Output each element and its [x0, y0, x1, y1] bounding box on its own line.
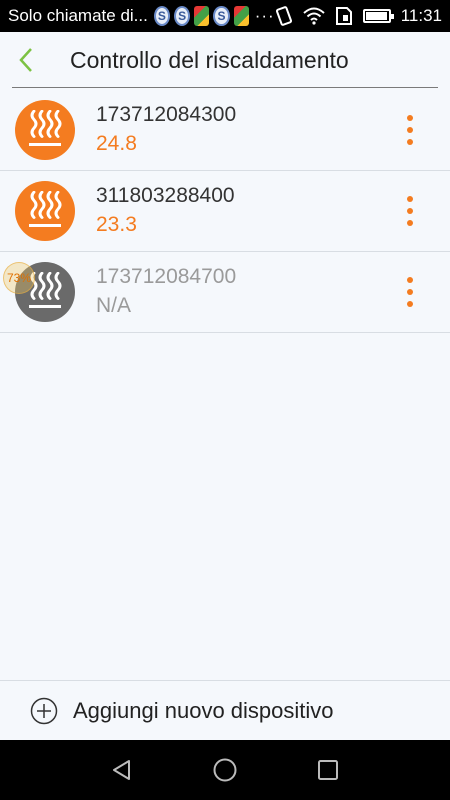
- status-bar: Solo chiamate di... S S S ··· 11:31: [0, 0, 450, 32]
- vibrate-icon: [275, 6, 292, 26]
- gallery-icon: [194, 6, 210, 26]
- s-icon: S: [174, 6, 191, 26]
- device-row[interactable]: 73% 173712084700 N/A: [0, 252, 450, 333]
- gallery-icon: [233, 6, 249, 26]
- sim-icon: [335, 7, 352, 25]
- nav-back-button[interactable]: [97, 745, 147, 795]
- device-id: 311803288400: [96, 184, 235, 207]
- status-left: Solo chiamate di... S S S ···: [8, 6, 275, 26]
- battery-fill: [365, 12, 387, 20]
- app-header: Controllo del riscaldamento: [0, 32, 450, 88]
- device-text: 173712084700 N/A: [96, 263, 390, 321]
- device-row[interactable]: 311803288400 23.3: [0, 171, 450, 252]
- recents-square-icon: [318, 760, 339, 780]
- device-id: 173712084300: [96, 103, 237, 126]
- clock: 11:31: [400, 6, 442, 25]
- device-id: 173712084700: [96, 265, 237, 288]
- page-title: Controllo del riscaldamento: [70, 46, 349, 73]
- device-list: 173712084300 24.8 311803288400 23.3 73% 173…: [0, 90, 450, 333]
- add-device-label: Aggiungi nuovo dispositivo: [73, 697, 334, 723]
- nav-recents-button[interactable]: [303, 745, 353, 795]
- device-value: 23.3: [96, 213, 137, 236]
- heating-icon: [29, 110, 62, 146]
- device-value: N/A: [96, 294, 132, 317]
- plus-circle-icon: [30, 697, 58, 724]
- status-right: 11:31: [275, 6, 442, 26]
- nav-home-button[interactable]: [200, 745, 250, 795]
- progress-badge: 73%: [3, 262, 35, 294]
- device-avatar: [15, 181, 75, 241]
- more-options-button[interactable]: [390, 181, 430, 241]
- battery-icon: [362, 9, 394, 23]
- back-button[interactable]: [0, 32, 52, 88]
- carrier-label: Solo chiamate di...: [8, 6, 148, 25]
- device-row[interactable]: 173712084300 24.8: [0, 90, 450, 171]
- header-divider: [12, 87, 438, 88]
- more-vertical-icon: [407, 115, 413, 121]
- s-icon: S: [153, 6, 171, 26]
- device-value: 24.8: [96, 132, 137, 155]
- device-text: 173712084300 24.8: [96, 101, 390, 159]
- home-circle-icon: [213, 758, 237, 782]
- s-icon: S: [213, 6, 230, 26]
- wifi-icon: [303, 7, 325, 25]
- overflow-dots: ···: [254, 6, 275, 25]
- chevron-left-icon: [19, 48, 32, 72]
- more-vertical-icon: [407, 196, 413, 202]
- more-vertical-icon: [407, 277, 413, 283]
- back-triangle-icon: [112, 760, 130, 780]
- device-avatar: [15, 100, 75, 160]
- device-text: 311803288400 23.3: [96, 182, 390, 240]
- add-device-button[interactable]: Aggiungi nuovo dispositivo: [0, 680, 450, 740]
- heating-icon: [29, 191, 62, 227]
- more-options-button[interactable]: [390, 100, 430, 160]
- system-nav-bar: [0, 740, 450, 800]
- more-options-button[interactable]: [390, 262, 430, 322]
